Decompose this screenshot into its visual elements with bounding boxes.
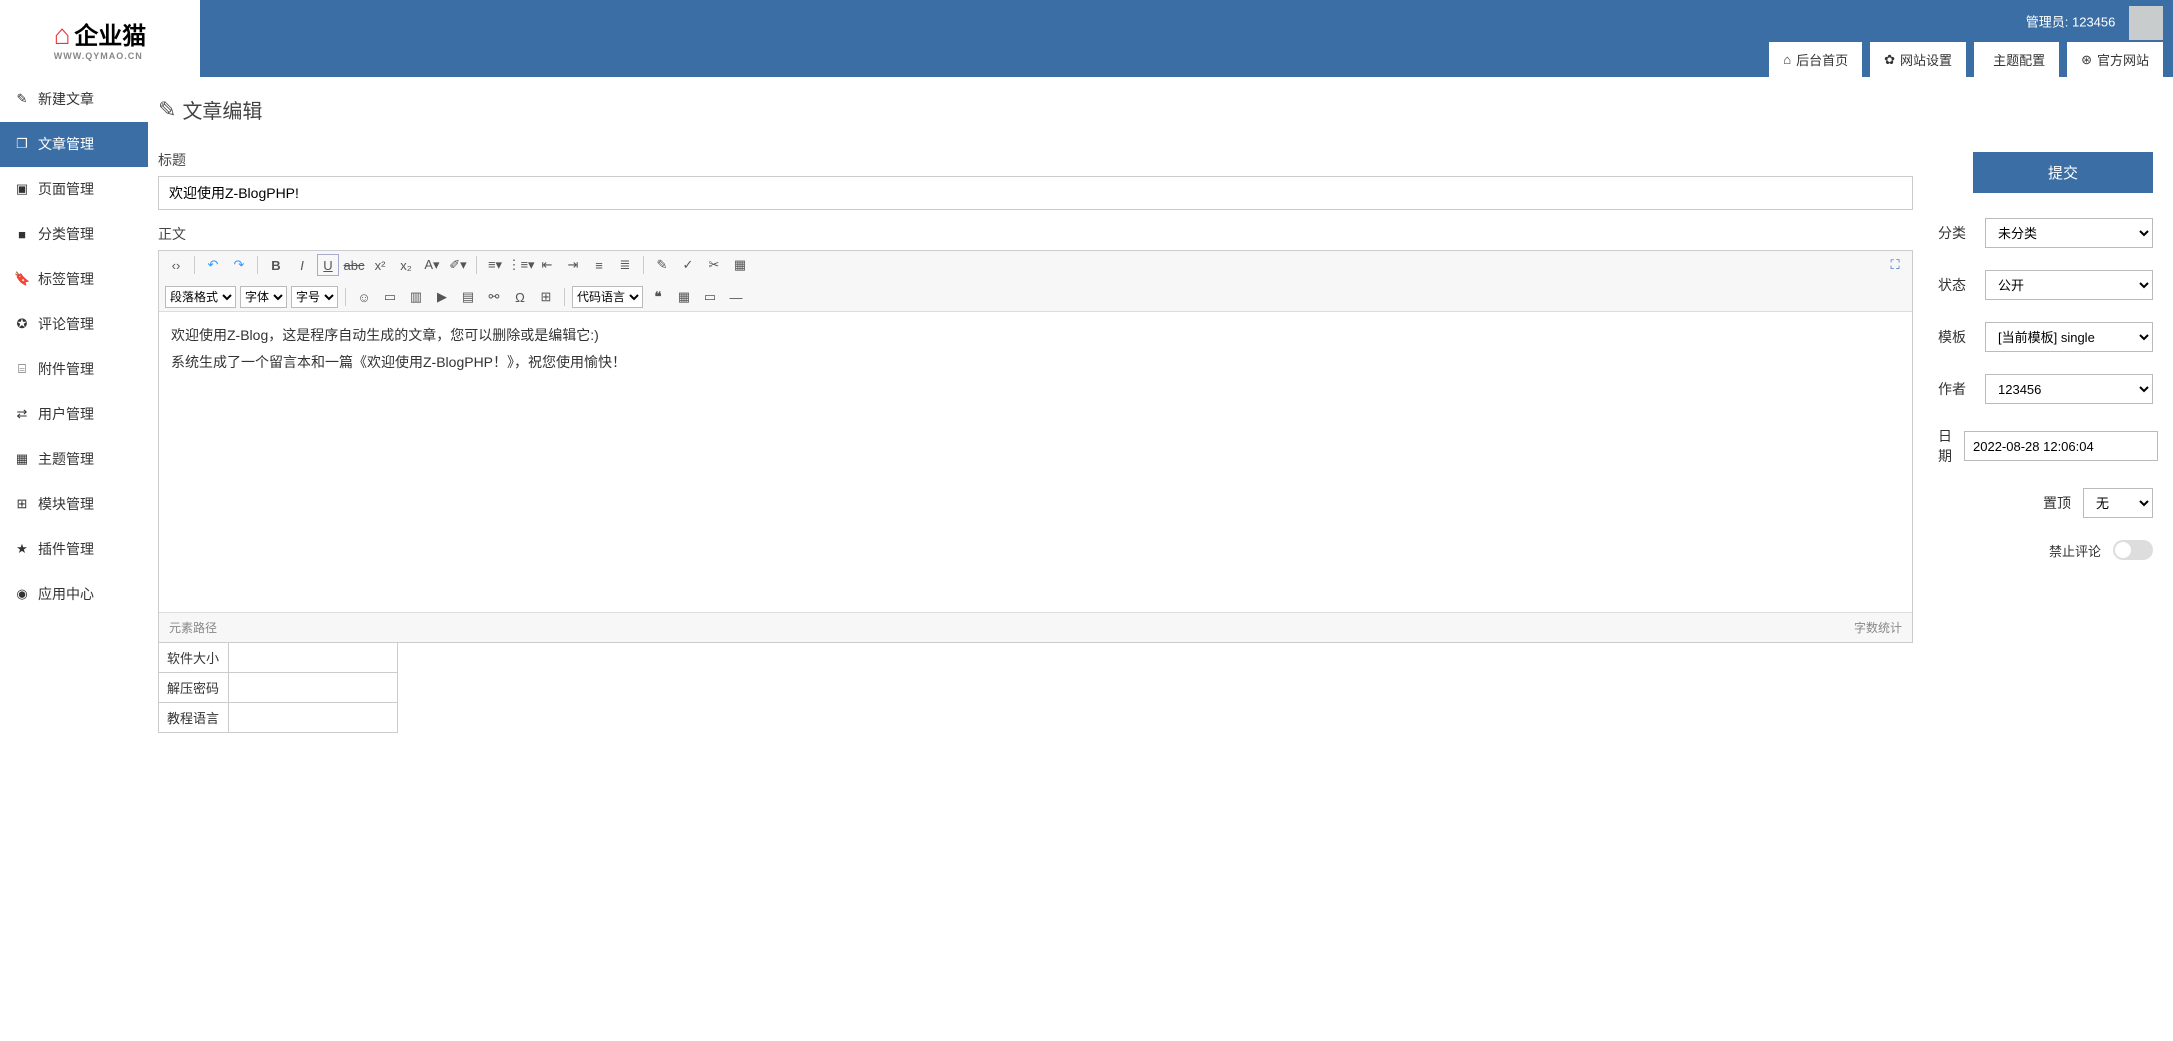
sidebar-item-1[interactable]: ❐文章管理 (0, 122, 148, 167)
sidebar-item-9[interactable]: ⊞模块管理 (0, 482, 148, 527)
formatmatch-icon[interactable]: ✓ (677, 254, 699, 276)
spechar-icon[interactable]: Ω (509, 286, 531, 308)
rp-row-3: 作者123456 (1938, 374, 2153, 404)
editor: ‹› ↶ ↷ B I U abc x² x₂ A▾ ✐▾ ≡▾ ⋮≡▾ ⇤ (158, 250, 1913, 643)
codelang-select[interactable]: 代码语言 (572, 286, 643, 308)
rp-row-4: 日期 (1938, 426, 2153, 466)
sidebar-item-7[interactable]: ⇄用户管理 (0, 392, 148, 437)
undo-icon[interactable]: ↶ (202, 254, 224, 276)
align-left-icon[interactable]: ≡ (588, 254, 610, 276)
admin-name: 123456 (2072, 14, 2115, 29)
admin-label: 管理员: (2026, 14, 2069, 29)
pagebreak-icon[interactable]: ▭ (699, 286, 721, 308)
subscript-icon[interactable]: x₂ (395, 254, 417, 276)
backcolor-icon[interactable]: ✐▾ (447, 254, 469, 276)
topnav-item-0[interactable]: ⌂后台首页 (1769, 42, 1862, 77)
topnav-item-2[interactable]: 主题配置 (1974, 42, 2059, 77)
rp-row-0: 分类未分类 (1938, 218, 2153, 248)
bold-icon[interactable]: B (265, 254, 287, 276)
superscript-icon[interactable]: x² (369, 254, 391, 276)
ol-icon[interactable]: ≡▾ (484, 254, 506, 276)
blockquote-icon[interactable]: ❝ (647, 286, 669, 308)
video-icon[interactable]: ▶ (431, 286, 453, 308)
forecolor-icon[interactable]: A▾ (421, 254, 443, 276)
underline-icon[interactable]: U (317, 254, 339, 276)
nocomment-label: 禁止评论 (2049, 541, 2101, 560)
rp-row-2: 模板[当前模板] single (1938, 322, 2153, 352)
meta-row-2: 教程语言 (158, 702, 398, 733)
topnav-item-1[interactable]: ✿网站设置 (1870, 42, 1966, 77)
sidebar-item-6[interactable]: ⌸附件管理 (0, 347, 148, 392)
map-icon[interactable]: ⊞ (535, 286, 557, 308)
rp-select-2[interactable]: [当前模板] single (1985, 322, 2153, 352)
rp-select-1[interactable]: 公开 (1985, 270, 2153, 300)
align-center-icon[interactable]: ≣ (614, 254, 636, 276)
topnav-item-3[interactable]: ⊛官方网站 (2067, 42, 2163, 77)
fontsize-select[interactable]: 字号 (291, 286, 338, 308)
sidebar-item-10[interactable]: ★插件管理 (0, 527, 148, 572)
redo-icon[interactable]: ↷ (228, 254, 250, 276)
removeformat-icon[interactable]: ✎ (651, 254, 673, 276)
font-select[interactable]: 字体 (240, 286, 287, 308)
sidebar-item-11[interactable]: ◉应用中心 (0, 572, 148, 617)
multiimage-icon[interactable]: ▥ (405, 286, 427, 308)
outdent-icon[interactable]: ⇤ (536, 254, 558, 276)
avatar[interactable] (2129, 6, 2163, 40)
meta-row-0: 软件大小 (158, 642, 398, 673)
pin-select[interactable]: 无 (2083, 488, 2153, 518)
meta-fields: 软件大小解压密码教程语言 (158, 642, 398, 733)
rp-row-1: 状态公开 (1938, 270, 2153, 300)
link-icon[interactable]: ⚯ (483, 286, 505, 308)
nocomment-toggle[interactable] (2113, 540, 2153, 560)
emoji-icon[interactable]: ☺ (353, 286, 375, 308)
header: ⌂ 企业猫 WWW.QYMAO.CN 管理员: 123456 ⟲ 返回 ⏻ 注销… (0, 0, 2173, 77)
title-label: 标题 (158, 150, 1913, 170)
meta-input-1[interactable] (229, 673, 397, 702)
sidebar-item-0[interactable]: ✎新建文章 (0, 77, 148, 122)
rp-select-0[interactable]: 未分类 (1985, 218, 2153, 248)
word-count: 字数统计 (1854, 619, 1902, 636)
paragraph-select[interactable]: 段落格式 (165, 286, 236, 308)
attachment-icon[interactable]: ▤ (457, 286, 479, 308)
element-path[interactable]: 元素路径 (169, 619, 217, 636)
right-panel: 提交 分类未分类状态公开模板[当前模板] single 作者123456 日期 置顶… (1938, 87, 2153, 733)
table-icon[interactable]: ▦ (673, 286, 695, 308)
content: ✎ 文章编辑 标题 正文 ‹› ↶ ↷ B I U abc x² x₂ (158, 87, 1913, 733)
sidebar-item-2[interactable]: ▣页面管理 (0, 167, 148, 212)
sidebar-item-4[interactable]: 🔖标签管理 (0, 257, 148, 302)
italic-icon[interactable]: I (291, 254, 313, 276)
sidebar-item-3[interactable]: ■分类管理 (0, 212, 148, 257)
indent-icon[interactable]: ⇥ (562, 254, 584, 276)
image-icon[interactable]: ▭ (379, 286, 401, 308)
title-input[interactable] (158, 176, 1913, 210)
meta-input-0[interactable] (229, 643, 397, 672)
rp-select-3[interactable]: 123456 (1985, 374, 2153, 404)
meta-row-1: 解压密码 (158, 672, 398, 703)
strike-icon[interactable]: abc (343, 254, 365, 276)
logo-subtext: WWW.QYMAO.CN (54, 51, 147, 61)
top-nav: ⌂后台首页✿网站设置主题配置⊛官方网站 (1769, 42, 2163, 77)
fullscreen-icon[interactable]: ⛶ (1884, 254, 1906, 276)
body-label: 正文 (158, 224, 1913, 244)
logo-text: 企业猫 (74, 23, 146, 50)
pin-label: 置顶 (2043, 493, 2071, 513)
autotype-icon[interactable]: ▦ (729, 254, 751, 276)
editor-toolbar: ‹› ↶ ↷ B I U abc x² x₂ A▾ ✐▾ ≡▾ ⋮≡▾ ⇤ (159, 251, 1912, 312)
submit-button[interactable]: 提交 (1973, 152, 2153, 193)
editor-body[interactable]: 欢迎使用Z-Blog，这是程序自动生成的文章，您可以删除或是编辑它:) 系统生成… (159, 312, 1912, 612)
ul-icon[interactable]: ⋮≡▾ (510, 254, 532, 276)
edit-icon: ✎ (158, 97, 176, 123)
hr-icon[interactable]: — (725, 286, 747, 308)
source-icon[interactable]: ‹› (165, 254, 187, 276)
rp-input-4[interactable] (1964, 431, 2158, 461)
logo[interactable]: ⌂ 企业猫 WWW.QYMAO.CN (0, 0, 200, 77)
meta-input-2[interactable] (229, 703, 397, 732)
pasteplain-icon[interactable]: ✂ (703, 254, 725, 276)
page-title: ✎ 文章编辑 (158, 87, 1913, 144)
sidebar-item-8[interactable]: ▦主题管理 (0, 437, 148, 482)
sidebar: ✎新建文章❐文章管理▣页面管理■分类管理🔖标签管理✪评论管理⌸附件管理⇄用户管理… (0, 77, 148, 753)
sidebar-item-5[interactable]: ✪评论管理 (0, 302, 148, 347)
